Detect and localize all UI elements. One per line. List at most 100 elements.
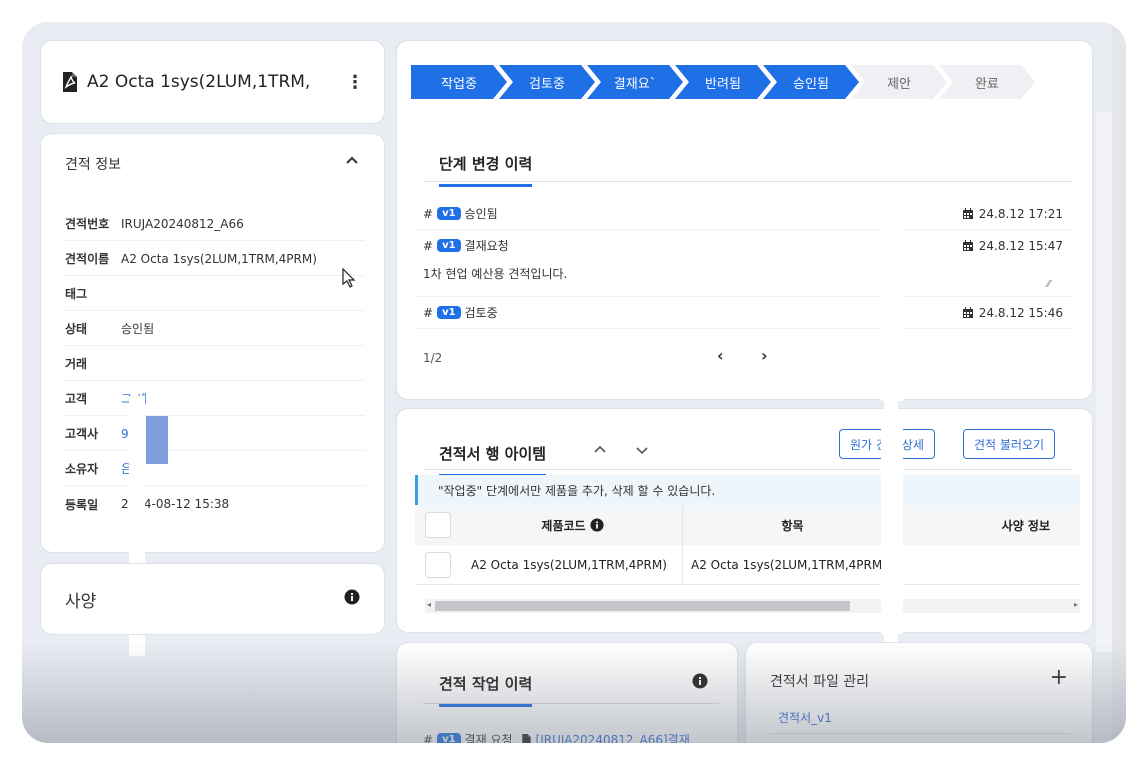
calendar-icon [962,239,973,251]
info-key: 태그 [65,287,88,301]
resize-handle-icon[interactable]: ⁄⁄ [1047,279,1050,290]
stage-step-approved[interactable]: 승인됨 [763,65,859,99]
info-icon[interactable] [692,673,708,693]
info-key: 고객사 [65,427,99,441]
load-quote-button[interactable]: 견적 불러오기 [963,429,1056,459]
work-history-card: 견적 작업 이력 # v1 결재 요청 [IRUJA20240812_A66]결… [396,642,738,743]
column-header-product-code[interactable]: 제품코드 [463,505,683,545]
file-management-card: 견적서 파일 관리 + 견적서_v1 [745,642,1093,743]
stage-step-complete[interactable]: 완료 [939,65,1035,99]
divider [770,733,1070,734]
version-badge: v1 [437,207,461,220]
cell-item: A2 Octa 1sys(2LUM,1TRM,4PRM) [683,545,903,585]
hash-mark: # [423,238,434,253]
history-date-text: 24.8.12 15:47 [978,238,1063,253]
divider [417,296,1072,297]
scroll-left-icon[interactable]: ◂ [427,600,431,609]
scroll-right-icon[interactable]: ▸ [1074,600,1078,609]
tab-line-items[interactable]: 견적서 행 아이템 [439,443,547,477]
tab-underline [423,469,1073,470]
column-header-spec[interactable]: 사양 정보 [903,505,1080,545]
horizontal-scrollbar[interactable]: ◂ ▸ [425,599,1080,613]
info-row-tag: 태그 [65,277,365,311]
cell-spec [903,545,1080,585]
history-note: 1차 현업 예산용 견적입니다. [423,267,568,281]
info-icon[interactable] [344,589,360,609]
stage-progress-bar: 작업중 검토중 결재요` 반려됨 승인됨 제안 완료 [411,65,1027,99]
info-value: IRUJA20240812_A66 [121,216,244,231]
info-card-header: 견적 정보 [65,157,121,173]
file-link[interactable]: 견적서_v1 [778,709,832,726]
window-scrollbar[interactable] [1112,22,1126,743]
pdf-file-icon [61,72,79,92]
info-row-status: 상태 승인됨 [65,312,365,346]
work-entry-file-link[interactable]: [IRUJA20240812_A66]결재 [521,731,690,743]
redaction-strip [884,384,898,642]
spec-card[interactable]: 사양 [40,563,385,635]
info-row-quote-name: 견적이름 A2 Octa 1sys(2LUM,1TRM,4PRM) [65,242,365,276]
history-status: 승인됨 [464,207,498,221]
history-status: 결재요청 [464,239,509,253]
chevron-up-icon[interactable] [593,441,607,460]
redaction-block [146,416,168,464]
chevron-up-icon[interactable] [344,152,360,172]
stage-notice: "작업중" 단계에서만 제품을 추가, 삭제 할 수 있습니다. [415,475,1080,505]
tab-work-history[interactable]: 견적 작업 이력 [439,673,533,707]
info-key: 소유자 [65,462,99,476]
version-badge: v1 [437,239,461,252]
tab-underline [423,181,1073,182]
info-row-quote-number: 견적번호 IRUJA20240812_A66 [65,207,365,241]
pagination-label: 1/2 [423,351,443,365]
mouse-cursor-icon [342,268,356,288]
stage-card: 작업중 검토중 결재요` 반려됨 승인됨 제안 완료 단계 변경 이력 # v1… [396,40,1093,401]
info-key: 거래 [65,357,88,371]
redaction-strip [881,191,903,401]
next-page-button[interactable]: › [761,346,768,365]
calendar-icon [962,306,973,318]
pdf-file-icon [521,733,531,743]
chevron-down-icon[interactable] [635,443,649,462]
stage-step-rejected[interactable]: 반려됨 [675,65,771,99]
cell-product-code: A2 Octa 1sys(2LUM,1TRM,4PRM) [463,545,683,585]
stage-step-proposal[interactable]: 제안 [851,65,947,99]
customer-link[interactable]: 그 세 [121,390,361,407]
stage-step-review[interactable]: 검토중 [499,65,595,99]
divider [417,229,1072,230]
history-date: 24.8.12 17:21 [962,207,1063,221]
info-key: 견적번호 [65,217,110,231]
add-file-icon[interactable]: + [1050,665,1068,690]
info-row-owner: 소유자 은 [65,452,365,486]
work-history-entry: # v1 결재 요청 [IRUJA20240812_A66]결재 [423,731,723,743]
stage-step-working[interactable]: 작업중 [411,65,507,99]
hash-mark: # [423,206,434,221]
work-entry-text: 결재 요청 [464,733,513,743]
divider [417,328,1072,329]
hash-mark: # [423,732,434,744]
prev-page-button[interactable]: ‹ [717,346,724,365]
history-entry: # v1 결재요청 24.8.12 15:47 [423,237,1063,254]
history-date: 24.8.12 15:47 [962,239,1063,253]
column-header-item[interactable]: 항목 [683,505,903,545]
spec-card-label: 사양 [65,591,97,612]
info-key: 견적이름 [65,252,110,266]
info-key: 고객 [65,392,88,406]
stage-step-approval-request[interactable]: 결재요` [587,65,683,99]
history-entry: # v1 승인됨 24.8.12 17:21 [423,205,1063,222]
table-header: 제품코드 항목 사양 정보 [415,505,1080,545]
table-row[interactable]: A2 Octa 1sys(2LUM,1TRM,4PRM) A2 Octa 1sy… [415,545,1080,585]
column-header-label: 제품코드 [541,518,586,533]
select-all-checkbox[interactable] [425,512,451,538]
row-checkbox[interactable] [425,552,451,578]
version-badge: v1 [437,733,461,743]
history-status: 검토중 [464,306,498,320]
more-menu-icon[interactable]: ⋮ [346,72,364,93]
scrollbar-thumb[interactable] [435,601,850,611]
info-row-created: 등록일 2024-08-12 15:38 [65,487,365,521]
history-date-text: 24.8.12 15:46 [978,305,1063,320]
info-key: 상태 [65,322,88,336]
work-entry-link-text: [IRUJA20240812_A66]결재 [535,733,690,743]
info-value: 승인됨 [121,322,155,336]
quote-title: A2 Octa 1sys(2LUM,1TRM, [87,72,311,92]
info-icon [590,518,604,532]
info-row-customer: 고객 그 세 [65,382,365,416]
